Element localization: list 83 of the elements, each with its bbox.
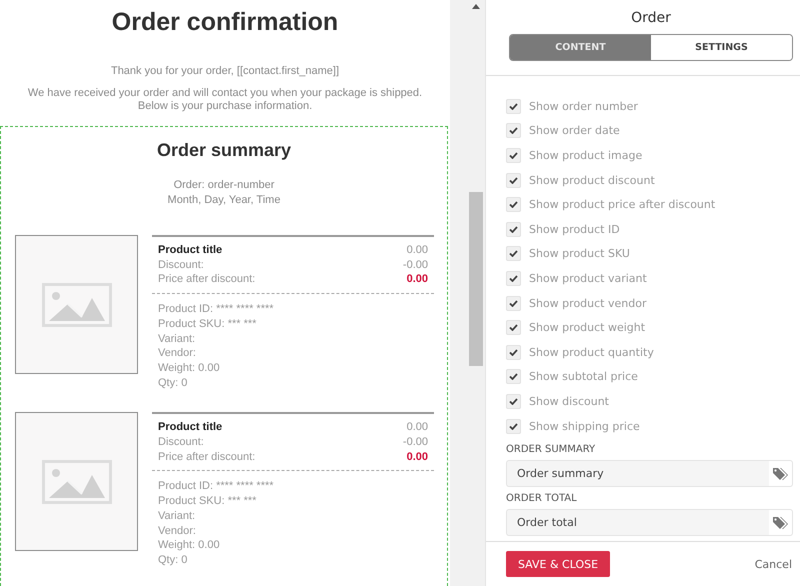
checkmark-icon bbox=[509, 348, 518, 356]
checkbox[interactable] bbox=[506, 369, 521, 384]
price-after-label: Price after discount: bbox=[158, 450, 256, 464]
field-label: ORDER TOTAL bbox=[506, 493, 578, 506]
option-label[interactable]: Show discount bbox=[529, 394, 609, 408]
option-label[interactable]: Show order date bbox=[529, 124, 620, 138]
price-after-label: Price after discount: bbox=[158, 272, 256, 288]
product-detail: Weight: 0.00 bbox=[158, 538, 221, 553]
price-after-value: 0.00 bbox=[406, 450, 428, 464]
checkmark-icon bbox=[509, 226, 518, 233]
option-label[interactable]: Show product ID bbox=[529, 222, 620, 236]
discount-value: -0.00 bbox=[402, 258, 428, 272]
product-detail: Variant: bbox=[158, 508, 196, 524]
product-detail: Product SKU: *** *** bbox=[158, 494, 258, 509]
product-detail: Product SKU: *** *** bbox=[158, 316, 258, 332]
product-title: Product title bbox=[158, 243, 222, 258]
product-detail: Vendor: bbox=[158, 346, 197, 361]
panel-title: Order bbox=[630, 10, 672, 27]
order-date-text: Month, Day, Year, Time bbox=[166, 193, 282, 208]
checkmark-icon bbox=[509, 127, 518, 134]
scroll-up-icon[interactable] bbox=[472, 4, 480, 9]
email-title: Order confirmation bbox=[110, 7, 340, 38]
order-number-text: Order: order-number bbox=[172, 178, 276, 193]
checkmark-icon bbox=[509, 250, 518, 258]
product-detail: Qty: 0 bbox=[158, 552, 188, 568]
cancel-link[interactable]: Cancel bbox=[754, 558, 792, 570]
option-label[interactable]: Show product vendor bbox=[529, 296, 646, 310]
checkbox[interactable] bbox=[506, 148, 521, 163]
checkbox[interactable] bbox=[506, 320, 521, 336]
checkbox[interactable] bbox=[506, 123, 521, 138]
checkmark-icon bbox=[509, 422, 518, 430]
option-label[interactable]: Show product discount bbox=[529, 174, 655, 187]
image-icon bbox=[42, 282, 112, 326]
checkmark-icon bbox=[509, 176, 518, 184]
checkbox[interactable] bbox=[506, 98, 521, 114]
product-detail: Product ID: **** **** **** bbox=[158, 302, 275, 317]
product-title: Product title bbox=[158, 420, 222, 436]
product-detail: Vendor: bbox=[158, 524, 197, 538]
field-label: ORDER SUMMARY bbox=[506, 444, 596, 456]
intro-text: We have received your order and will contact you when your package is shipped. Below is your purchase information. bbox=[26, 87, 424, 112]
checkbox[interactable] bbox=[506, 172, 521, 188]
product-detail: Product ID: **** **** **** bbox=[158, 479, 275, 494]
checkmark-icon bbox=[509, 373, 518, 380]
checkmark-icon bbox=[509, 300, 518, 307]
checkmark-icon bbox=[509, 274, 518, 282]
option-label[interactable]: Show subtotal price bbox=[529, 370, 638, 384]
discount-label: Discount: bbox=[158, 435, 204, 450]
product-detail: Variant: bbox=[158, 332, 196, 346]
checkmark-icon bbox=[509, 398, 518, 405]
checkbox[interactable] bbox=[506, 296, 521, 311]
product-detail: Weight: 0.00 bbox=[158, 360, 221, 376]
checkbox[interactable] bbox=[506, 246, 521, 262]
product-price: 0.00 bbox=[406, 243, 428, 258]
greeting-text: Thank you for your order, [[contact.first_name]] bbox=[110, 65, 340, 77]
discount-label: Discount: bbox=[158, 258, 204, 272]
option-label[interactable]: Show order number bbox=[529, 100, 638, 113]
option-label[interactable]: Show product price after discount bbox=[529, 198, 716, 212]
tab[interactable]: CONTENT bbox=[510, 35, 651, 60]
product-detail: Qty: 0 bbox=[158, 376, 188, 390]
order-summary-block[interactable] bbox=[0, 126, 448, 586]
option-label[interactable]: Show product image bbox=[529, 148, 642, 162]
option-label[interactable]: Show product quantity bbox=[529, 346, 654, 359]
checkbox[interactable] bbox=[506, 418, 521, 434]
summary-title: Order summary bbox=[156, 139, 292, 161]
save-close-button[interactable]: SAVE & CLOSE bbox=[506, 551, 610, 577]
checkbox[interactable] bbox=[506, 270, 521, 286]
product-price: 0.00 bbox=[406, 420, 428, 436]
image-icon bbox=[42, 460, 112, 504]
option-label[interactable]: Show shipping price bbox=[529, 420, 640, 433]
option-label[interactable]: Show product weight bbox=[529, 321, 646, 334]
option-label[interactable]: Show product SKU bbox=[529, 247, 630, 260]
discount-value: -0.00 bbox=[402, 435, 428, 450]
checkbox[interactable] bbox=[506, 222, 521, 237]
checkbox[interactable] bbox=[506, 394, 521, 409]
scrollbar-thumb[interactable] bbox=[469, 192, 483, 366]
price-after-value: 0.00 bbox=[406, 272, 428, 288]
checkmark-icon bbox=[509, 201, 518, 208]
checkmark-icon bbox=[509, 324, 518, 332]
checkbox[interactable] bbox=[506, 197, 521, 212]
checkmark-icon bbox=[509, 102, 518, 110]
checkbox[interactable] bbox=[506, 344, 521, 360]
option-label[interactable]: Show product variant bbox=[529, 272, 647, 285]
checkmark-icon bbox=[509, 152, 518, 159]
